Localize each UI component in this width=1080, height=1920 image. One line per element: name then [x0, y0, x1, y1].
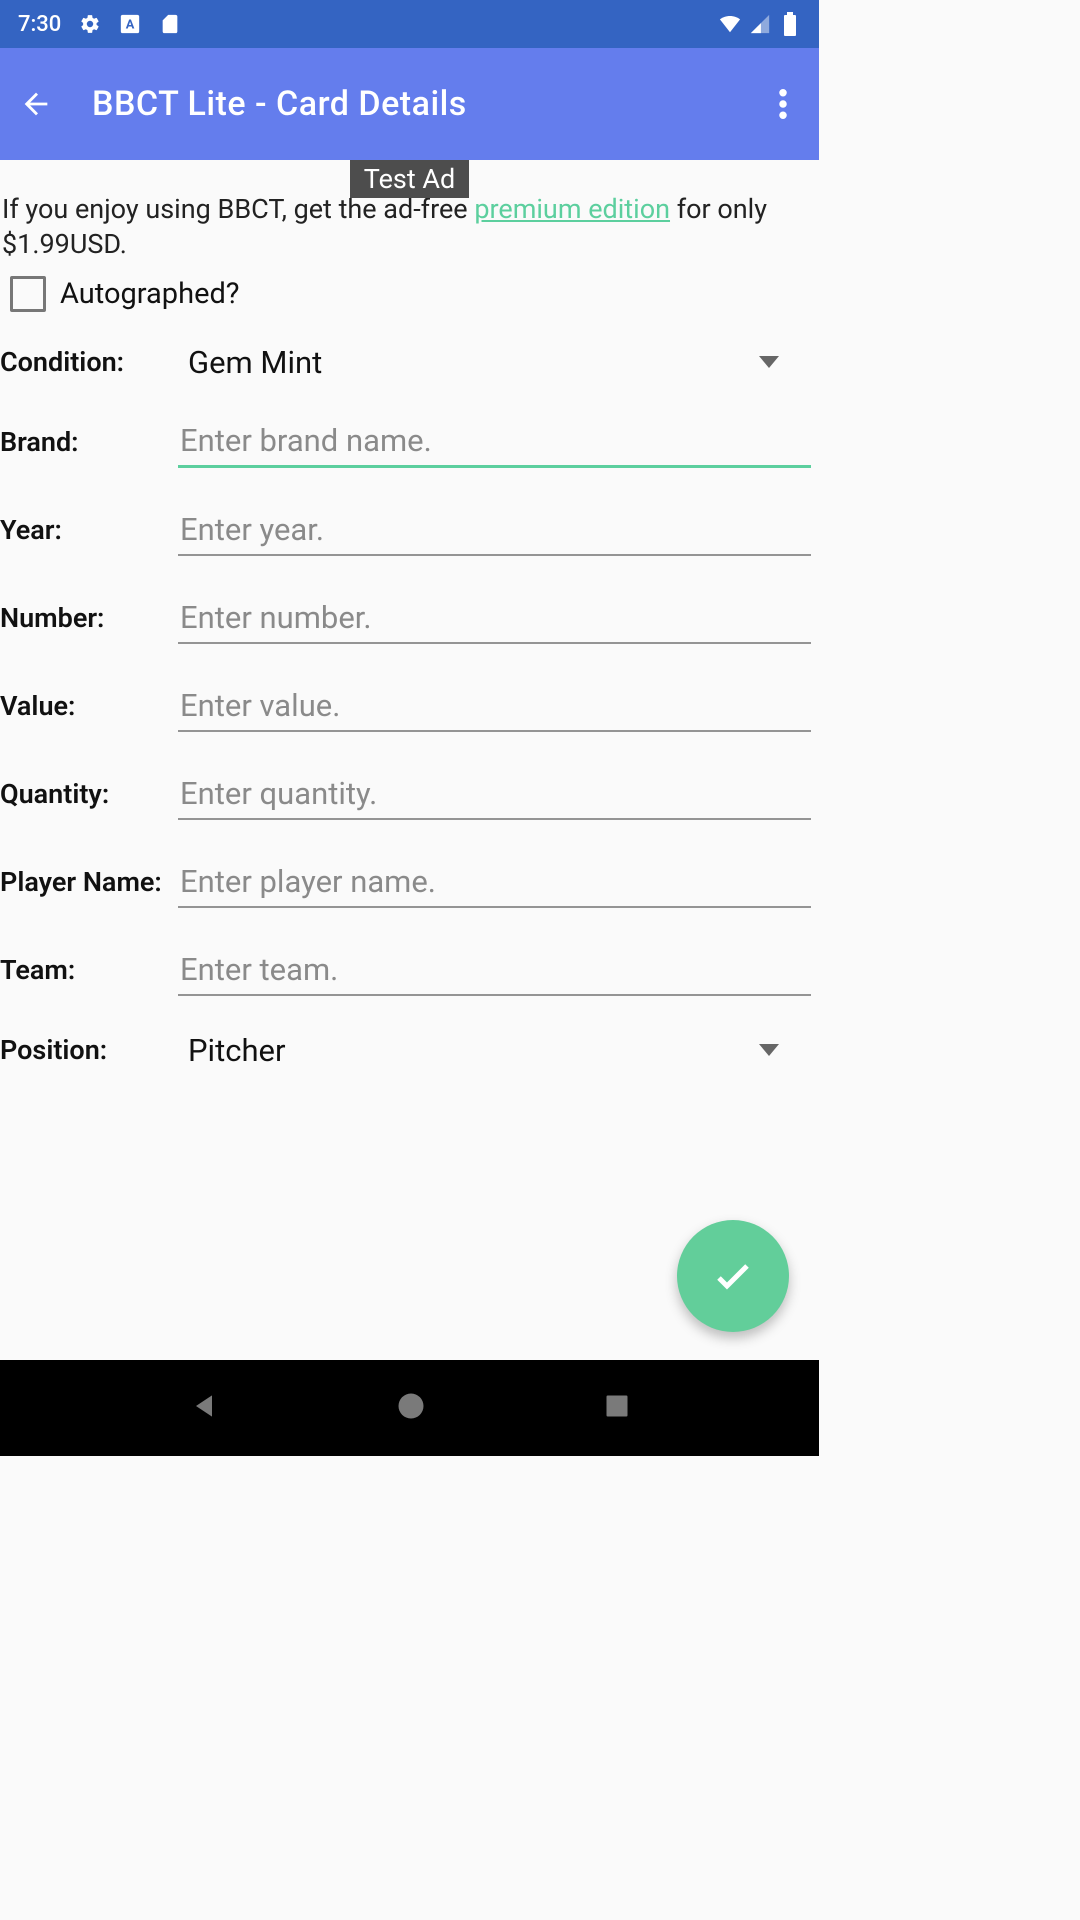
settings-gear-icon: [79, 13, 101, 35]
page-title: BBCT Lite - Card Details: [92, 84, 759, 124]
position-dropdown[interactable]: Pitcher: [178, 1026, 811, 1075]
player-name-label: Player Name:: [0, 866, 178, 898]
arrow-left-icon: [19, 87, 53, 121]
status-bar: 7:30 A: [0, 0, 819, 48]
quantity-row: Quantity:: [0, 750, 819, 838]
triangle-back-icon: [188, 1390, 220, 1422]
condition-label: Condition:: [0, 346, 178, 378]
value-label: Value:: [0, 690, 178, 722]
back-button[interactable]: [12, 80, 60, 128]
save-fab[interactable]: [677, 1220, 789, 1332]
year-input[interactable]: [178, 505, 811, 556]
position-row: Position: Pitcher: [0, 1014, 819, 1086]
chevron-down-icon: [759, 356, 779, 368]
quantity-label: Quantity:: [0, 778, 178, 810]
quantity-input[interactable]: [178, 769, 811, 820]
number-input[interactable]: [178, 593, 811, 644]
year-label: Year:: [0, 514, 178, 546]
wifi-icon: [719, 13, 741, 35]
team-row: Team:: [0, 926, 819, 1014]
ad-label: Test Ad: [350, 160, 469, 198]
value-input[interactable]: [178, 681, 811, 732]
value-row: Value:: [0, 662, 819, 750]
condition-dropdown[interactable]: Gem Mint: [178, 338, 811, 387]
more-vert-icon: [779, 89, 787, 119]
autographed-checkbox[interactable]: [10, 276, 46, 312]
autographed-row: Autographed?: [0, 262, 819, 326]
number-label: Number:: [0, 602, 178, 634]
condition-value: Gem Mint: [188, 344, 322, 381]
team-label: Team:: [0, 954, 178, 986]
check-icon: [709, 1252, 757, 1300]
condition-row: Condition: Gem Mint: [0, 326, 819, 398]
position-label: Position:: [0, 1034, 178, 1066]
brand-row: Brand:: [0, 398, 819, 486]
content-area: Test Ad If you enjoy using BBCT, get the…: [0, 160, 819, 1086]
brand-label: Brand:: [0, 426, 178, 458]
square-recent-icon: [603, 1392, 631, 1420]
autographed-label: Autographed?: [60, 277, 240, 311]
chevron-down-icon: [759, 1044, 779, 1056]
language-box-icon: A: [119, 13, 141, 35]
promo-text: If you enjoy using BBCT, get the ad-free…: [0, 192, 819, 262]
year-row: Year:: [0, 486, 819, 574]
ad-banner: Test Ad: [0, 160, 819, 198]
nav-recent-button[interactable]: [603, 1392, 631, 1424]
svg-text:A: A: [126, 18, 135, 33]
status-time: 7:30: [18, 12, 61, 37]
team-input[interactable]: [178, 945, 811, 996]
status-right: [719, 13, 801, 35]
battery-icon: [779, 13, 801, 35]
overflow-menu-button[interactable]: [759, 80, 807, 128]
app-bar: BBCT Lite - Card Details: [0, 48, 819, 160]
sd-card-icon: [159, 13, 181, 35]
status-left: 7:30 A: [18, 12, 181, 37]
circle-home-icon: [396, 1391, 426, 1421]
nav-back-button[interactable]: [188, 1390, 220, 1426]
brand-input[interactable]: [178, 416, 811, 468]
system-nav-bar: [0, 1360, 819, 1456]
number-row: Number:: [0, 574, 819, 662]
cell-signal-icon: [749, 13, 771, 35]
nav-home-button[interactable]: [396, 1391, 426, 1425]
player-name-input[interactable]: [178, 857, 811, 908]
position-value: Pitcher: [188, 1032, 285, 1069]
player-name-row: Player Name:: [0, 838, 819, 926]
